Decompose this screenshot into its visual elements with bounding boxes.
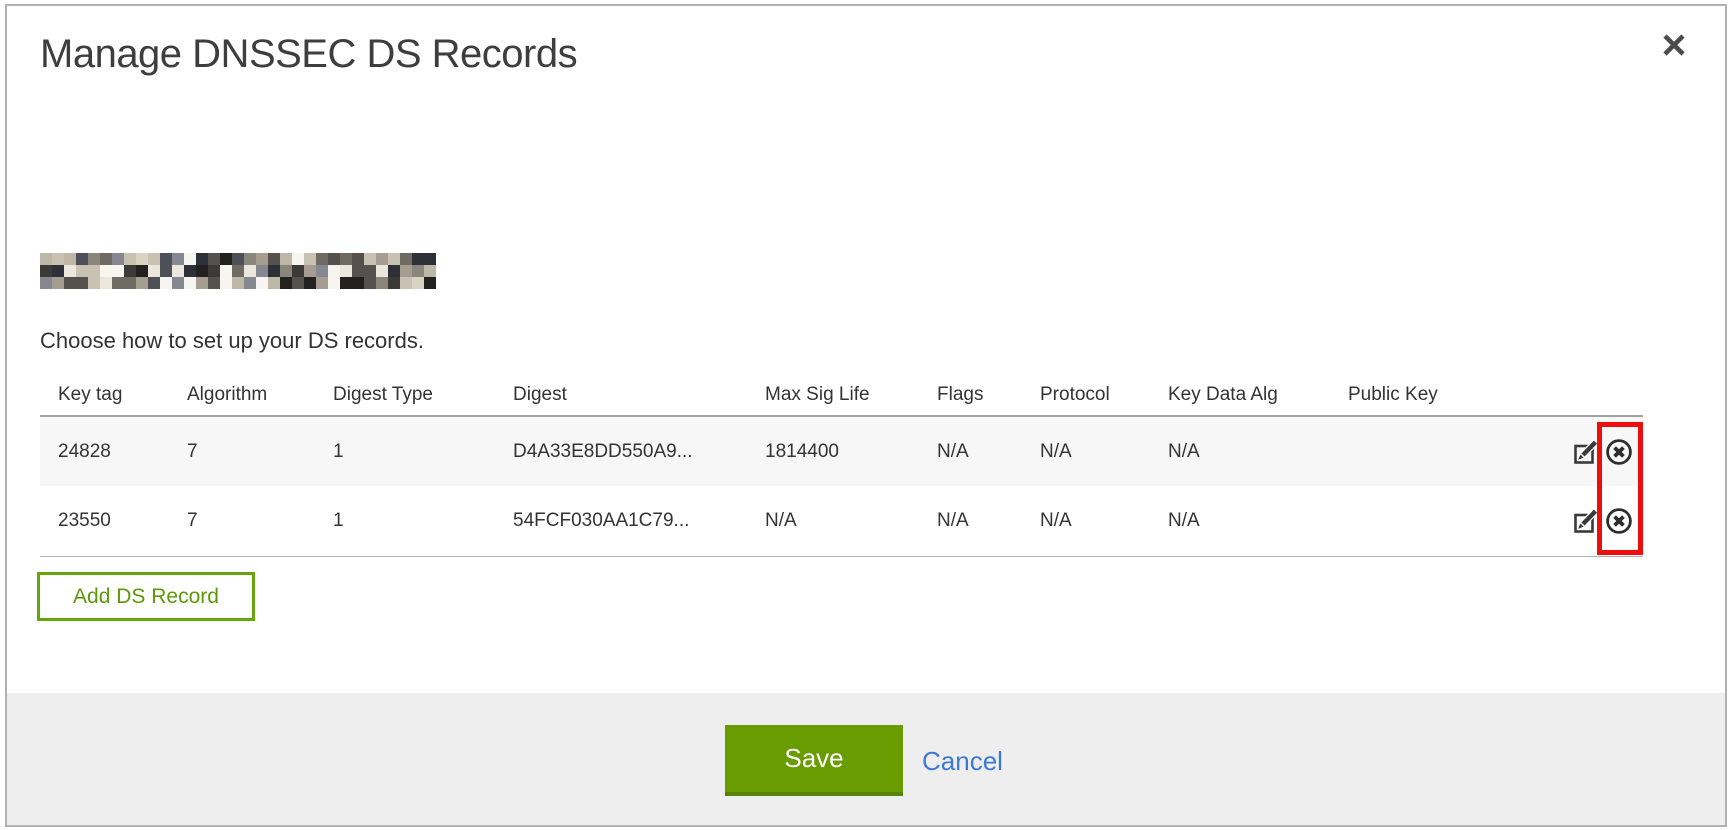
cell-digest: D4A33E8DD550A9...: [513, 416, 765, 486]
cell-algorithm: 7: [187, 486, 333, 556]
cell-actions: [1558, 486, 1643, 556]
col-header-max-sig-life: Max Sig Life: [765, 375, 937, 416]
table-row: 24828 7 1 D4A33E8DD550A9... 1814400 N/A …: [40, 416, 1643, 486]
cell-protocol: N/A: [1040, 486, 1168, 556]
col-header-digest: Digest: [513, 375, 765, 416]
delete-circle-x-icon: [1605, 438, 1633, 466]
cell-actions: [1558, 416, 1643, 486]
col-header-actions: [1558, 375, 1643, 416]
cell-key-tag: 23550: [40, 486, 187, 556]
table-row: 23550 7 1 54FCF030AA1C79... N/A N/A N/A …: [40, 486, 1643, 556]
page-title: Manage DNSSEC DS Records: [40, 32, 577, 77]
col-header-key-tag: Key tag: [40, 375, 187, 416]
instruction-text: Choose how to set up your DS records.: [40, 328, 424, 354]
cell-public-key: [1348, 486, 1558, 556]
table-header-row: Key tag Algorithm Digest Type Digest Max…: [40, 375, 1643, 416]
col-header-digest-type: Digest Type: [333, 375, 513, 416]
delete-circle-x-icon: [1605, 507, 1633, 535]
cell-flags: N/A: [937, 486, 1040, 556]
edit-pencil-icon: [1573, 507, 1599, 534]
cell-key-data-alg: N/A: [1168, 416, 1348, 486]
cell-max-sig-life: 1814400: [765, 416, 937, 486]
edit-pencil-icon: [1573, 438, 1599, 465]
col-header-algorithm: Algorithm: [187, 375, 333, 416]
cancel-link[interactable]: Cancel: [922, 746, 1003, 777]
save-button[interactable]: Save: [725, 725, 903, 796]
delete-record-button[interactable]: [1605, 507, 1633, 535]
add-ds-record-button[interactable]: Add DS Record: [37, 572, 255, 621]
col-header-public-key: Public Key: [1348, 375, 1558, 416]
cell-key-tag: 24828: [40, 416, 187, 486]
cell-max-sig-life: N/A: [765, 486, 937, 556]
cell-public-key: [1348, 416, 1558, 486]
cell-key-data-alg: N/A: [1168, 486, 1348, 556]
close-button[interactable]: [1655, 26, 1693, 64]
delete-record-button[interactable]: [1605, 438, 1633, 466]
cell-protocol: N/A: [1040, 416, 1168, 486]
col-header-protocol: Protocol: [1040, 375, 1168, 416]
ds-records-table: Key tag Algorithm Digest Type Digest Max…: [40, 375, 1643, 557]
cell-digest-type: 1: [333, 416, 513, 486]
edit-record-button[interactable]: [1573, 438, 1599, 465]
cell-algorithm: 7: [187, 416, 333, 486]
edit-record-button[interactable]: [1573, 507, 1599, 534]
cell-digest: 54FCF030AA1C79...: [513, 486, 765, 556]
close-icon: [1661, 32, 1687, 58]
cell-digest-type: 1: [333, 486, 513, 556]
dnssec-modal: Manage DNSSEC DS Records Choose how to s…: [5, 4, 1727, 827]
col-header-key-data-alg: Key Data Alg: [1168, 375, 1348, 416]
cell-flags: N/A: [937, 416, 1040, 486]
redacted-domain: [40, 253, 436, 289]
col-header-flags: Flags: [937, 375, 1040, 416]
